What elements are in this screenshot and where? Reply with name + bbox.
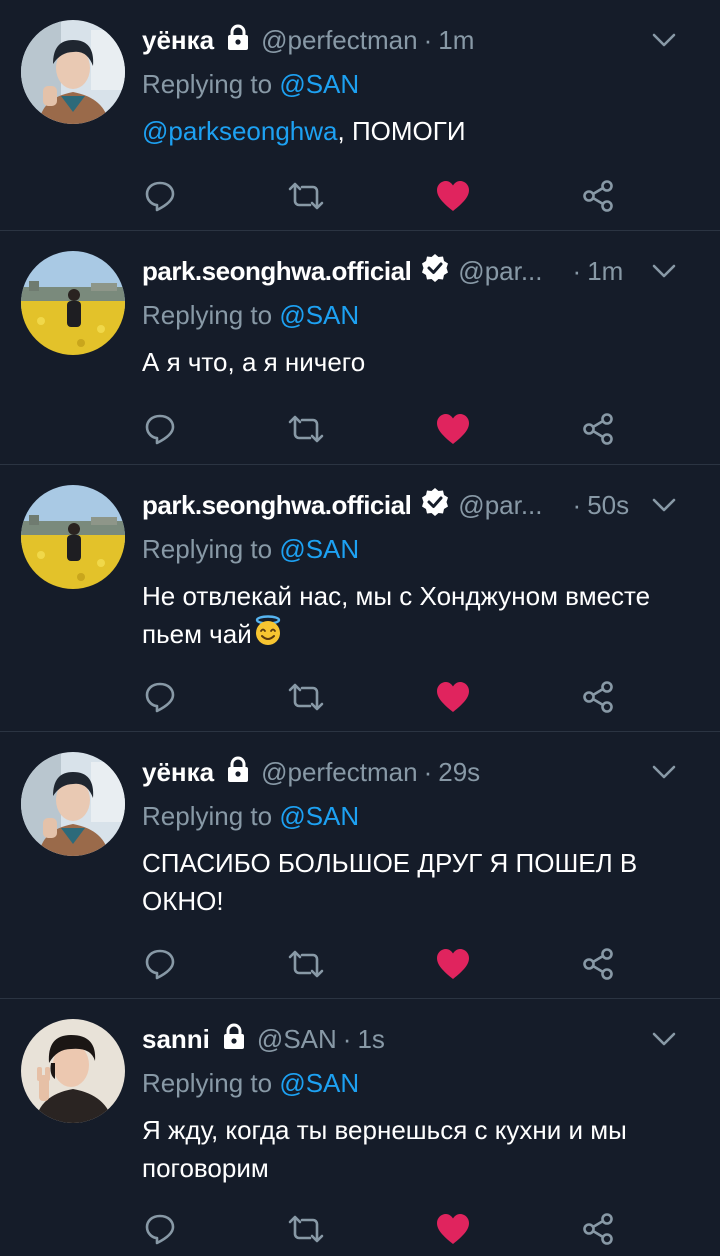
- tweet[interactable]: уёнка @perfectman · 29s Replying to @SAN…: [0, 732, 720, 999]
- replying-label: Replying to: [142, 1068, 280, 1098]
- share-icon[interactable]: [578, 409, 618, 449]
- display-name[interactable]: park.seonghwa.official: [142, 256, 412, 287]
- retweet-icon[interactable]: [286, 409, 326, 449]
- heart-icon[interactable]: [433, 176, 473, 216]
- lock-icon: [223, 754, 253, 791]
- handle[interactable]: @par...: [458, 256, 542, 287]
- heart-icon[interactable]: [433, 944, 473, 984]
- separator-dot: ·: [342, 1023, 352, 1054]
- chevron-down-icon[interactable]: [650, 257, 678, 292]
- replying-to-link[interactable]: @SAN: [279, 69, 359, 99]
- tweet-text: СПАСИБО БОЛЬШОЕ ДРУГ Я ПОШЕЛ В ОКНО!: [142, 848, 638, 916]
- avatar[interactable]: [21, 485, 125, 589]
- replying-to: Replying to @SAN: [142, 66, 700, 102]
- verified-badge-icon: [420, 253, 450, 290]
- handle[interactable]: @SAN: [257, 1024, 337, 1055]
- avatar[interactable]: [21, 20, 125, 124]
- tweet-header: уёнка @perfectman · 1m: [142, 20, 700, 60]
- display-name[interactable]: park.seonghwa.official: [142, 490, 412, 521]
- tweet-actions: [0, 944, 720, 984]
- tweet-actions: [0, 677, 720, 717]
- tweet-text-content: , ПОМОГИ: [337, 116, 466, 146]
- tweet-text: @parkseonghwa, ПОМОГИ: [142, 112, 700, 150]
- replying-to-link[interactable]: @SAN: [279, 1068, 359, 1098]
- mention-link[interactable]: @parkseonghwa: [142, 116, 338, 146]
- tweet[interactable]: park.seonghwa.official @par... · 50s Rep…: [0, 465, 720, 732]
- tweet-text-content: Не отвлекай нас, мы с Хонджуном вместе п…: [142, 581, 651, 649]
- chevron-down-icon[interactable]: [650, 26, 678, 61]
- replying-to: Replying to @SAN: [142, 531, 700, 567]
- lock-icon: [223, 22, 253, 59]
- avatar[interactable]: [21, 1019, 125, 1123]
- tweet-actions: [0, 409, 720, 449]
- timestamp[interactable]: 1m: [587, 256, 623, 287]
- replying-label: Replying to: [142, 69, 280, 99]
- reply-icon[interactable]: [140, 944, 180, 984]
- retweet-icon[interactable]: [286, 176, 326, 216]
- replying-label: Replying to: [142, 300, 280, 330]
- heart-icon[interactable]: [433, 409, 473, 449]
- display-name[interactable]: уёнка: [142, 25, 214, 56]
- chevron-down-icon[interactable]: [650, 491, 678, 526]
- lock-icon: [219, 1021, 249, 1058]
- handle[interactable]: @perfectman: [261, 25, 417, 56]
- display-name[interactable]: sanni: [142, 1024, 210, 1055]
- retweet-icon[interactable]: [286, 677, 326, 717]
- replying-label: Replying to: [142, 801, 280, 831]
- heart-icon[interactable]: [433, 1209, 473, 1249]
- tweet-header: sanni @SAN · 1s: [142, 1019, 700, 1059]
- separator-dot: ·: [572, 489, 582, 520]
- tweet[interactable]: уёнка @perfectman · 1m Replying to @SAN …: [0, 0, 720, 231]
- share-icon[interactable]: [578, 677, 618, 717]
- retweet-icon[interactable]: [286, 1209, 326, 1249]
- separator-dot: ·: [423, 756, 433, 787]
- avatar[interactable]: [21, 251, 125, 355]
- timestamp[interactable]: 29s: [438, 757, 480, 788]
- display-name[interactable]: уёнка: [142, 757, 214, 788]
- reply-icon[interactable]: [140, 409, 180, 449]
- verified-badge-icon: [420, 487, 450, 524]
- chevron-down-icon[interactable]: [650, 1025, 678, 1060]
- replying-to-link[interactable]: @SAN: [279, 534, 359, 564]
- tweet[interactable]: sanni @SAN · 1s Replying to @SAN Я жду, …: [0, 999, 720, 1256]
- separator-dot: ·: [423, 24, 433, 55]
- replying-to-link[interactable]: @SAN: [279, 801, 359, 831]
- replying-to-link[interactable]: @SAN: [279, 300, 359, 330]
- reply-icon[interactable]: [140, 677, 180, 717]
- reply-icon[interactable]: [140, 176, 180, 216]
- smiling-face-with-halo-icon: [252, 615, 284, 657]
- handle[interactable]: @par...: [458, 490, 542, 521]
- tweet-header: уёнка @perfectman · 29s: [142, 752, 700, 792]
- heart-icon[interactable]: [433, 677, 473, 717]
- tweet-text: А я что, а я ничего: [142, 347, 366, 377]
- tweet[interactable]: park.seonghwa.official @par... · 1m Repl…: [0, 231, 720, 465]
- replying-label: Replying to: [142, 534, 280, 564]
- tweet-header: park.seonghwa.official @par... · 50s: [142, 485, 700, 525]
- timestamp[interactable]: 1s: [357, 1024, 384, 1055]
- chevron-down-icon[interactable]: [650, 758, 678, 793]
- share-icon[interactable]: [578, 176, 618, 216]
- handle[interactable]: @perfectman: [261, 757, 417, 788]
- reply-icon[interactable]: [140, 1209, 180, 1249]
- tweet-actions: [0, 1209, 720, 1249]
- timestamp[interactable]: 50s: [587, 490, 629, 521]
- share-icon[interactable]: [578, 944, 618, 984]
- timeline: уёнка @perfectman · 1m Replying to @SAN …: [0, 0, 720, 1256]
- retweet-icon[interactable]: [286, 944, 326, 984]
- replying-to: Replying to @SAN: [142, 297, 700, 333]
- replying-to: Replying to @SAN: [142, 798, 700, 834]
- tweet-actions: [0, 176, 720, 216]
- tweet-text: Я жду, когда ты вернешься с кухни и мы п…: [142, 1115, 627, 1183]
- avatar[interactable]: [21, 752, 125, 856]
- tweet-text: Не отвлекай нас, мы с Хонджуном вместе п…: [142, 577, 700, 657]
- tweet-header: park.seonghwa.official @par... · 1m: [142, 251, 700, 291]
- share-icon[interactable]: [578, 1209, 618, 1249]
- replying-to: Replying to @SAN: [142, 1065, 700, 1101]
- timestamp[interactable]: 1m: [438, 25, 474, 56]
- separator-dot: ·: [572, 255, 582, 286]
